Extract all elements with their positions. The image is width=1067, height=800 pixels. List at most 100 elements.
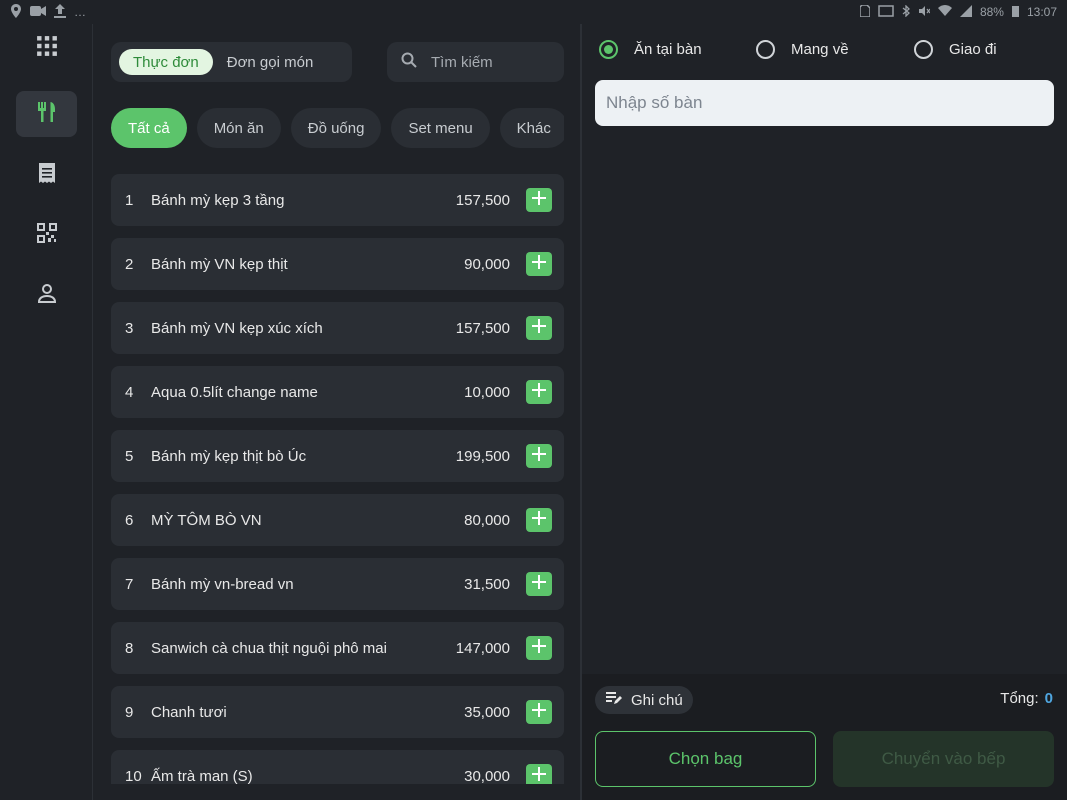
sidebar-item-orders[interactable] bbox=[16, 152, 77, 198]
add-item-button[interactable] bbox=[526, 764, 552, 784]
upload-icon bbox=[54, 4, 66, 20]
plus-icon bbox=[531, 702, 547, 722]
menu-item[interactable]: 5 Bánh mỳ kẹp thịt bò Úc 199,500 bbox=[111, 430, 564, 482]
menu-item[interactable]: 10 Ấm trà man (S) 30,000 bbox=[111, 750, 564, 784]
chip-all[interactable]: Tất cả bbox=[111, 108, 187, 148]
menu-item[interactable]: 6 MỲ TÔM BÒ VN 80,000 bbox=[111, 494, 564, 546]
sidebar-item-menu[interactable] bbox=[16, 91, 77, 137]
menu-item[interactable]: 3 Bánh mỳ VN kẹp xúc xích 157,500 bbox=[111, 302, 564, 354]
add-item-button[interactable] bbox=[526, 444, 552, 468]
chip-drinks[interactable]: Đồ uống bbox=[290, 108, 382, 148]
apps-button[interactable] bbox=[16, 30, 77, 66]
item-name: Bánh mỳ kẹp thịt bò Úc bbox=[151, 447, 307, 465]
item-number: 6 bbox=[125, 511, 134, 529]
add-item-button[interactable] bbox=[526, 700, 552, 724]
item-price: 90,000 bbox=[464, 255, 510, 273]
qr-code-icon bbox=[36, 222, 58, 249]
bluetooth-icon bbox=[902, 4, 910, 19]
category-chips: Tất cả Món ăn Đồ uống Set menu Khác bbox=[111, 108, 564, 148]
add-item-button[interactable] bbox=[526, 380, 552, 404]
radio-circle bbox=[599, 40, 618, 59]
item-price: 30,000 bbox=[464, 767, 510, 785]
utensils-icon bbox=[36, 101, 58, 128]
item-name: Aqua 0.5lít change name bbox=[151, 383, 318, 401]
radio-delivery[interactable]: Giao đi bbox=[914, 40, 997, 59]
sidebar-item-qr[interactable] bbox=[16, 212, 77, 258]
item-price: 157,500 bbox=[455, 319, 510, 337]
item-number: 10 bbox=[125, 767, 142, 785]
item-price: 157,500 bbox=[455, 191, 510, 209]
item-price: 147,000 bbox=[455, 639, 510, 657]
plus-icon bbox=[531, 318, 547, 338]
item-number: 9 bbox=[125, 703, 134, 721]
radio-circle bbox=[756, 40, 775, 59]
order-type-group: Ăn tại bàn Mang về Giao đi bbox=[599, 40, 1054, 64]
menu-item[interactable]: 4 Aqua 0.5lít change name 10,000 bbox=[111, 366, 564, 418]
radio-takeaway[interactable]: Mang về bbox=[756, 40, 849, 59]
item-number: 5 bbox=[125, 447, 134, 465]
menu-item[interactable]: 1 Bánh mỳ kẹp 3 tầng 157,500 bbox=[111, 174, 564, 226]
add-item-button[interactable] bbox=[526, 316, 552, 340]
cast-icon bbox=[878, 5, 894, 19]
item-number: 1 bbox=[125, 191, 134, 209]
add-item-button[interactable] bbox=[526, 508, 552, 532]
plus-icon bbox=[531, 190, 547, 210]
send-to-kitchen-button[interactable]: Chuyển vào bếp bbox=[833, 731, 1054, 787]
sidebar-item-account[interactable] bbox=[16, 272, 77, 318]
item-name: Bánh mỳ vn-bread vn bbox=[151, 575, 294, 593]
menu-panel: Thực đơn Đơn gọi món Tìm kiếm Tất cả Món… bbox=[94, 24, 580, 800]
status-left: … bbox=[10, 4, 86, 20]
add-item-button[interactable] bbox=[526, 636, 552, 660]
item-number: 8 bbox=[125, 639, 134, 657]
chip-food[interactable]: Món ăn bbox=[196, 108, 281, 148]
chip-other[interactable]: Khác bbox=[499, 108, 564, 148]
note-button[interactable]: Ghi chú bbox=[595, 686, 693, 714]
view-toggle: Thực đơn Đơn gọi món bbox=[111, 42, 352, 82]
menu-item[interactable]: 7 Bánh mỳ vn-bread vn 31,500 bbox=[111, 558, 564, 610]
add-item-button[interactable] bbox=[526, 252, 552, 276]
plus-icon bbox=[531, 254, 547, 274]
item-price: 10,000 bbox=[464, 383, 510, 401]
signal-icon bbox=[959, 5, 972, 19]
menu-item[interactable]: 8 Sanwich cà chua thịt nguội phô mai 147… bbox=[111, 622, 564, 674]
add-item-button[interactable] bbox=[526, 572, 552, 596]
choose-bag-button[interactable]: Chọn bag bbox=[595, 731, 816, 787]
tab-menu[interactable]: Thực đơn bbox=[119, 49, 213, 75]
item-number: 4 bbox=[125, 383, 134, 401]
table-number-input[interactable] bbox=[595, 80, 1054, 126]
search-placeholder: Tìm kiếm bbox=[431, 53, 493, 71]
item-price: 199,500 bbox=[455, 447, 510, 465]
item-price: 31,500 bbox=[464, 575, 510, 593]
tab-orders[interactable]: Đơn gọi món bbox=[213, 49, 328, 75]
status-right: 88% 13:07 bbox=[859, 4, 1057, 19]
menu-item[interactable]: 2 Bánh mỳ VN kẹp thịt 90,000 bbox=[111, 238, 564, 290]
radio-label: Mang về bbox=[791, 41, 849, 58]
receipt-icon bbox=[36, 162, 58, 189]
item-name: Bánh mỳ VN kẹp thịt bbox=[151, 255, 288, 273]
item-name: MỲ TÔM BÒ VN bbox=[151, 511, 262, 529]
plus-icon bbox=[531, 382, 547, 402]
menu-item-list: 1 Bánh mỳ kẹp 3 tầng 157,500 2 Bánh mỳ V… bbox=[111, 174, 564, 784]
note-edit-icon bbox=[605, 689, 623, 711]
search-field[interactable]: Tìm kiếm bbox=[387, 42, 564, 82]
total-label: Tổng: bbox=[1000, 690, 1039, 707]
item-number: 7 bbox=[125, 575, 134, 593]
battery-icon bbox=[1011, 5, 1019, 19]
item-name: Bánh mỳ kẹp 3 tầng bbox=[151, 191, 285, 209]
add-item-button[interactable] bbox=[526, 188, 552, 212]
plus-icon bbox=[531, 446, 547, 466]
clock: 13:07 bbox=[1026, 5, 1057, 19]
radio-circle bbox=[914, 40, 933, 59]
more-icon: … bbox=[74, 5, 86, 19]
plus-icon bbox=[531, 510, 547, 530]
radio-dine-in[interactable]: Ăn tại bàn bbox=[599, 40, 702, 59]
item-name: Bánh mỳ VN kẹp xúc xích bbox=[151, 319, 323, 337]
chip-set-menu[interactable]: Set menu bbox=[391, 108, 490, 148]
radio-label: Ăn tại bàn bbox=[634, 41, 702, 58]
sim-icon bbox=[859, 4, 871, 19]
location-icon bbox=[10, 4, 22, 20]
menu-item[interactable]: 9 Chanh tươi 35,000 bbox=[111, 686, 564, 738]
plus-icon bbox=[531, 574, 547, 594]
item-number: 3 bbox=[125, 319, 134, 337]
plus-icon bbox=[531, 766, 547, 784]
